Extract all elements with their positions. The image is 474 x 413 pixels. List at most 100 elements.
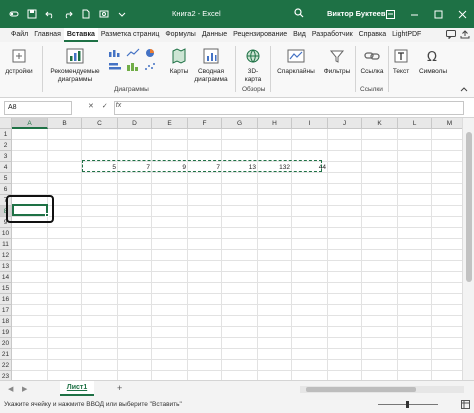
minimize-icon[interactable]	[402, 0, 426, 28]
column-header-j[interactable]: J	[328, 118, 362, 129]
select-all-button[interactable]	[0, 118, 12, 129]
collapse-ribbon-icon[interactable]	[460, 86, 468, 94]
row-header-3[interactable]: 3	[0, 151, 12, 162]
column-header-f[interactable]: F	[188, 118, 222, 129]
statistic-chart-icon[interactable]	[126, 62, 140, 74]
save-icon[interactable]	[26, 9, 37, 20]
column-header-a[interactable]: A	[12, 118, 48, 129]
name-box[interactable]: A8	[4, 101, 72, 115]
new-file-icon[interactable]	[80, 9, 91, 20]
row-header-21[interactable]: 21	[0, 349, 12, 360]
gridline-vertical	[47, 129, 48, 380]
comments-icon[interactable]	[446, 30, 456, 41]
column-header-h[interactable]: H	[258, 118, 292, 129]
column-header-l[interactable]: L	[398, 118, 432, 129]
row-header-6[interactable]: 6	[0, 184, 12, 195]
column-header-e[interactable]: E	[152, 118, 188, 129]
tab-page-layout[interactable]: Разметка страниц	[98, 28, 162, 42]
row-header-12[interactable]: 12	[0, 250, 12, 261]
column-header-b[interactable]: B	[48, 118, 82, 129]
cancel-entry-icon[interactable]: ✕	[88, 102, 94, 110]
user-name[interactable]: Виктор Буктеев	[327, 9, 385, 18]
tab-insert[interactable]: Вставка	[63, 28, 98, 42]
recommended-charts-button[interactable]: Рекомендуемые диаграммы	[46, 46, 104, 84]
vertical-scroll-thumb[interactable]	[466, 132, 472, 282]
customize-toolbar-icon[interactable]	[116, 9, 127, 20]
sheet-prev-icon[interactable]: ◀	[8, 385, 13, 393]
row-header-15[interactable]: 15	[0, 283, 12, 294]
row-header-14[interactable]: 14	[0, 272, 12, 283]
row-header-16[interactable]: 16	[0, 294, 12, 305]
gridline-horizontal	[12, 227, 462, 228]
sheet-tab-list1[interactable]: Лист1	[60, 381, 94, 396]
row-header-5[interactable]: 5	[0, 173, 12, 184]
link-icon	[361, 46, 383, 66]
tab-help[interactable]: Справка	[356, 28, 389, 42]
row-header-2[interactable]: 2	[0, 140, 12, 151]
undo-icon[interactable]	[44, 9, 55, 20]
row-header-19[interactable]: 19	[0, 327, 12, 338]
add-sheet-button[interactable]: +	[117, 384, 122, 393]
column-header-k[interactable]: K	[362, 118, 398, 129]
column-header-d[interactable]: D	[118, 118, 152, 129]
scatter-chart-icon[interactable]	[144, 62, 156, 74]
tab-view[interactable]: Вид	[290, 28, 309, 42]
row-header-18[interactable]: 18	[0, 316, 12, 327]
row-header-11[interactable]: 11	[0, 239, 12, 250]
row-header-10[interactable]: 10	[0, 228, 12, 239]
row-header-20[interactable]: 20	[0, 338, 12, 349]
ribbon-separator	[388, 46, 389, 92]
tab-lightpdf[interactable]: LightPDF	[389, 28, 424, 42]
group-label-charts: Диаграммы	[114, 86, 149, 93]
gridline-horizontal	[12, 216, 462, 217]
column-chart-icon[interactable]	[108, 48, 122, 60]
search-icon[interactable]	[294, 8, 304, 20]
pie-chart-icon[interactable]	[144, 48, 156, 60]
gridline-horizontal	[12, 238, 462, 239]
redo-icon[interactable]	[62, 9, 73, 20]
pivot-chart-button[interactable]: Сводная диаграмма	[190, 46, 232, 84]
column-header-g[interactable]: G	[222, 118, 258, 129]
bar-chart-icon[interactable]	[108, 62, 122, 74]
close-icon[interactable]	[450, 0, 474, 28]
autosave-icon[interactable]	[8, 9, 19, 20]
share-icon[interactable]	[460, 30, 470, 41]
tab-developer[interactable]: Разработчик	[309, 28, 356, 42]
tab-data[interactable]: Данные	[199, 28, 230, 42]
column-header-i[interactable]: I	[292, 118, 328, 129]
active-cell[interactable]	[12, 204, 49, 217]
normal-view-icon[interactable]	[461, 400, 470, 413]
row-header-4[interactable]: 4	[0, 162, 12, 173]
line-chart-icon[interactable]	[126, 48, 140, 60]
link-button[interactable]: Ссылка	[358, 46, 386, 76]
filters-button[interactable]: Фильтры	[320, 46, 354, 76]
row-header-17[interactable]: 17	[0, 305, 12, 316]
symbols-button[interactable]: Ω Символы	[416, 46, 450, 76]
row-header-1[interactable]: 1	[0, 129, 12, 140]
tab-review[interactable]: Рецензирование	[230, 28, 290, 42]
screenshot-icon[interactable]	[98, 9, 109, 20]
zoom-slider[interactable]	[378, 401, 438, 408]
worksheet-grid[interactable]: ABCDEFGHIJKLM 1 2 3 4 5 6 7 8 9 10 11 12 13 14 15 16 17 1…	[0, 118, 474, 380]
sheet-next-icon[interactable]: ▶	[22, 385, 27, 393]
row-header-13[interactable]: 13	[0, 261, 12, 272]
sparklines-button[interactable]: Спарклайны	[274, 46, 318, 76]
tab-home[interactable]: Главная	[31, 28, 64, 42]
confirm-entry-icon[interactable]: ✓	[102, 102, 108, 110]
3d-map-button[interactable]: 3D-карта	[238, 46, 268, 84]
maximize-icon[interactable]	[426, 0, 450, 28]
row-header-22[interactable]: 22	[0, 360, 12, 371]
tab-file[interactable]: Файл	[8, 28, 31, 42]
text-button[interactable]: Текст	[390, 46, 412, 76]
horizontal-scroll-thumb[interactable]	[306, 387, 416, 392]
column-header-c[interactable]: C	[82, 118, 118, 129]
horizontal-scrollbar[interactable]	[300, 386, 464, 393]
ribbon-display-icon[interactable]	[378, 0, 402, 28]
formula-input[interactable]	[114, 101, 464, 115]
fill-handle[interactable]	[45, 213, 49, 217]
vertical-scrollbar[interactable]	[462, 118, 474, 380]
row-header-23[interactable]: 23	[0, 371, 12, 380]
addins-button[interactable]: дстройки	[2, 46, 36, 76]
tab-formulas[interactable]: Формулы	[162, 28, 198, 42]
zoom-slider-knob[interactable]	[406, 401, 409, 408]
